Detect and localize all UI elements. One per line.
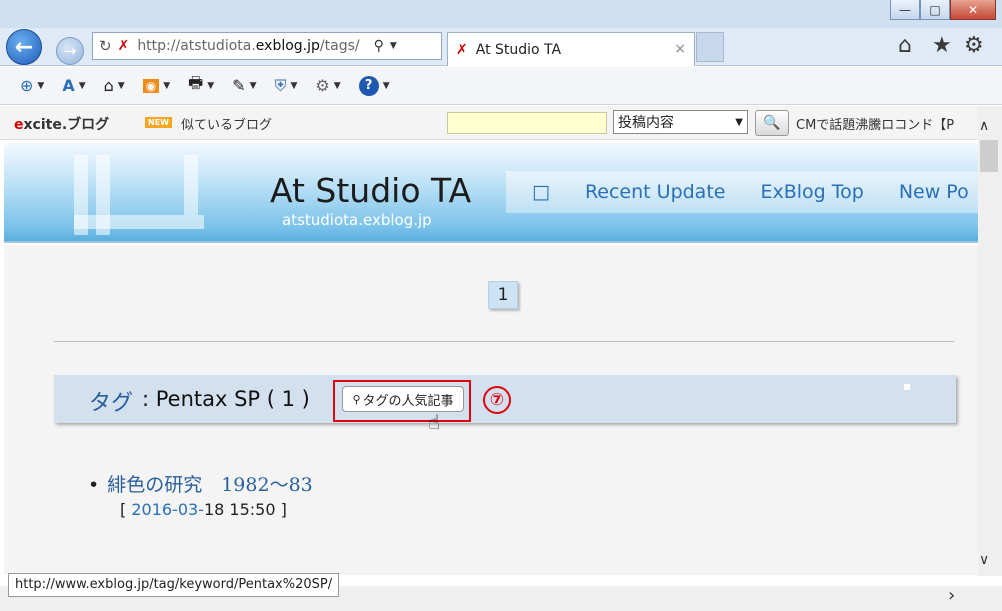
help-button[interactable]: ? ▼ [358,75,390,96]
text-size-icon: A [62,76,75,95]
post-date: [ 2016-03-18 15:50 ] [120,500,287,519]
scrollbar-thumb[interactable] [980,140,998,172]
blog-nav-square[interactable]: □ [532,181,550,203]
page-edit-icon: ✎ [232,76,246,95]
gear-icon[interactable]: ⚙ [964,33,984,58]
hand-cursor-icon: ☝ [428,410,441,434]
chevron-down-icon: ▼ [207,80,215,91]
blog-header: At Studio TA atstudiota.exblog.jp □ Rece… [4,143,978,243]
excite-blog-bar: excite.ブログ NEW 似ているブログ 投稿内容 ▼ 🔍 CMで話題沸騰ロコ… [0,106,1002,140]
chevron-down-icon: ▼ [382,80,390,91]
back-button[interactable]: ← [6,29,42,65]
page-number[interactable]: 1 [488,281,518,309]
divider [54,341,954,342]
new-tab-button[interactable] [696,32,724,62]
annotation-number: ⑦ [483,386,511,414]
feeds-button[interactable]: ◉ ▼ [142,78,171,93]
zoom-icon: ⊕ [20,76,34,95]
refresh-icon[interactable]: ↻ [99,37,112,55]
similar-blogs-link[interactable]: 似ているブログ [181,114,272,133]
recent-update-link[interactable]: Recent Update [585,181,726,203]
chevron-down-icon[interactable]: ▼ [390,41,397,51]
minimize-button[interactable]: — [890,0,920,20]
address-prefix: http://atstudiota. [137,38,256,54]
window-controls: — □ ✕ [890,0,996,20]
scroll-down-icon[interactable]: ∨ [979,552,989,568]
tab-title: At Studio TA [475,41,562,58]
search-icon: 🔍 [763,115,781,131]
chevron-down-icon: ▼ [333,80,341,91]
home-icon[interactable]: ⌂ [898,33,912,58]
search-scope-select[interactable]: 投稿内容 ▼ [613,110,748,134]
help-icon: ? [358,75,379,96]
ad-text-link[interactable]: CMで話題沸騰ロコンド【P [796,114,976,133]
chevron-down-icon: ▼ [290,80,298,91]
maximize-button[interactable]: □ [920,0,950,20]
new-post-link[interactable]: New Po [899,181,969,203]
print-button[interactable]: 🖶 ▼ [188,72,214,99]
printer-icon: 🖶 [188,73,204,92]
decoration-dot [904,384,910,390]
tag-label: タグ [89,391,134,416]
page-button[interactable]: ✎ ▼ [232,76,256,95]
back-arrow-icon: ← [14,34,34,60]
tag-name: : Pentax SP ( 1 ) [142,387,310,411]
blog-title[interactable]: At Studio TA [270,171,471,210]
chevron-down-icon: ▼ [117,80,125,91]
tools-button[interactable]: ⚙ ▼ [315,76,340,95]
excite-logo[interactable]: excite.ブログ [14,114,109,134]
tab-close-icon[interactable]: × [674,41,686,57]
rss-icon: ◉ [142,78,160,93]
header-decoration [74,155,204,235]
blog-url: atstudiota.exblog.jp [282,211,432,229]
address-suffix: /tags/ [319,38,360,54]
safety-button[interactable]: ⛨ ▼ [274,76,297,96]
chevron-down-icon: ▼ [163,80,171,91]
blog-nav: □ Recent Update ExBlog Top New Po [506,171,978,213]
scroll-right-icon[interactable]: › [948,585,955,606]
search-icon[interactable]: ⚲ [374,38,384,54]
zoom-button[interactable]: ⊕ ▼ [20,76,44,95]
blog-search-input[interactable] [447,112,607,134]
forward-arrow-icon: → [63,42,77,60]
address-domain: exblog.jp [255,38,320,54]
post-date-link[interactable]: 2016-03- [131,500,204,519]
post-title-link[interactable]: 緋色の研究 1982〜83 [88,470,313,497]
chevron-down-icon: ▼ [37,80,45,91]
annotation-highlight-box [333,380,471,422]
blog-search-button[interactable]: 🔍 [755,110,789,136]
close-button[interactable]: ✕ [950,0,996,20]
command-toolbar: ⊕ ▼ A ▼ ⌂ ▼ ◉ ▼ 🖶 ▼ ✎ ▼ ⛨ ▼ ⚙ ▼ ? ▼ [0,67,1002,105]
tab-active[interactable]: ✗ At Studio TA × [447,32,695,66]
shield-icon: ⛨ [274,75,287,95]
forward-button[interactable]: → [56,37,84,65]
chevron-down-icon: ▼ [249,80,257,91]
home-icon: ⌂ [103,76,114,95]
favorites-star-icon[interactable]: ★ [932,33,952,58]
status-bar-url: http://www.exblog.jp/tag/keyword/Pentax%… [8,573,340,597]
tab-favicon-icon: ✗ [456,41,468,58]
scroll-up-icon[interactable]: ∧ [979,118,989,134]
text-size-button[interactable]: A ▼ [62,76,85,95]
vertical-scrollbar[interactable] [978,106,1002,576]
site-favicon-icon: ✗ [117,38,130,54]
chevron-down-icon: ▼ [735,116,743,128]
chevron-down-icon: ▼ [78,80,86,91]
home-menu-button[interactable]: ⌂ ▼ [104,76,125,95]
title-bar: — □ ✕ [0,0,1002,28]
exblog-top-link[interactable]: ExBlog Top [760,181,863,203]
navigation-bar: ← → ↻ ✗ http://atstudiota. exblog.jp/tags… [0,28,1002,66]
new-badge: NEW [145,117,172,128]
address-bar[interactable]: ↻ ✗ http://atstudiota. exblog.jp/tags/ ⚲ … [92,32,442,60]
gear-icon: ⚙ [315,76,330,95]
